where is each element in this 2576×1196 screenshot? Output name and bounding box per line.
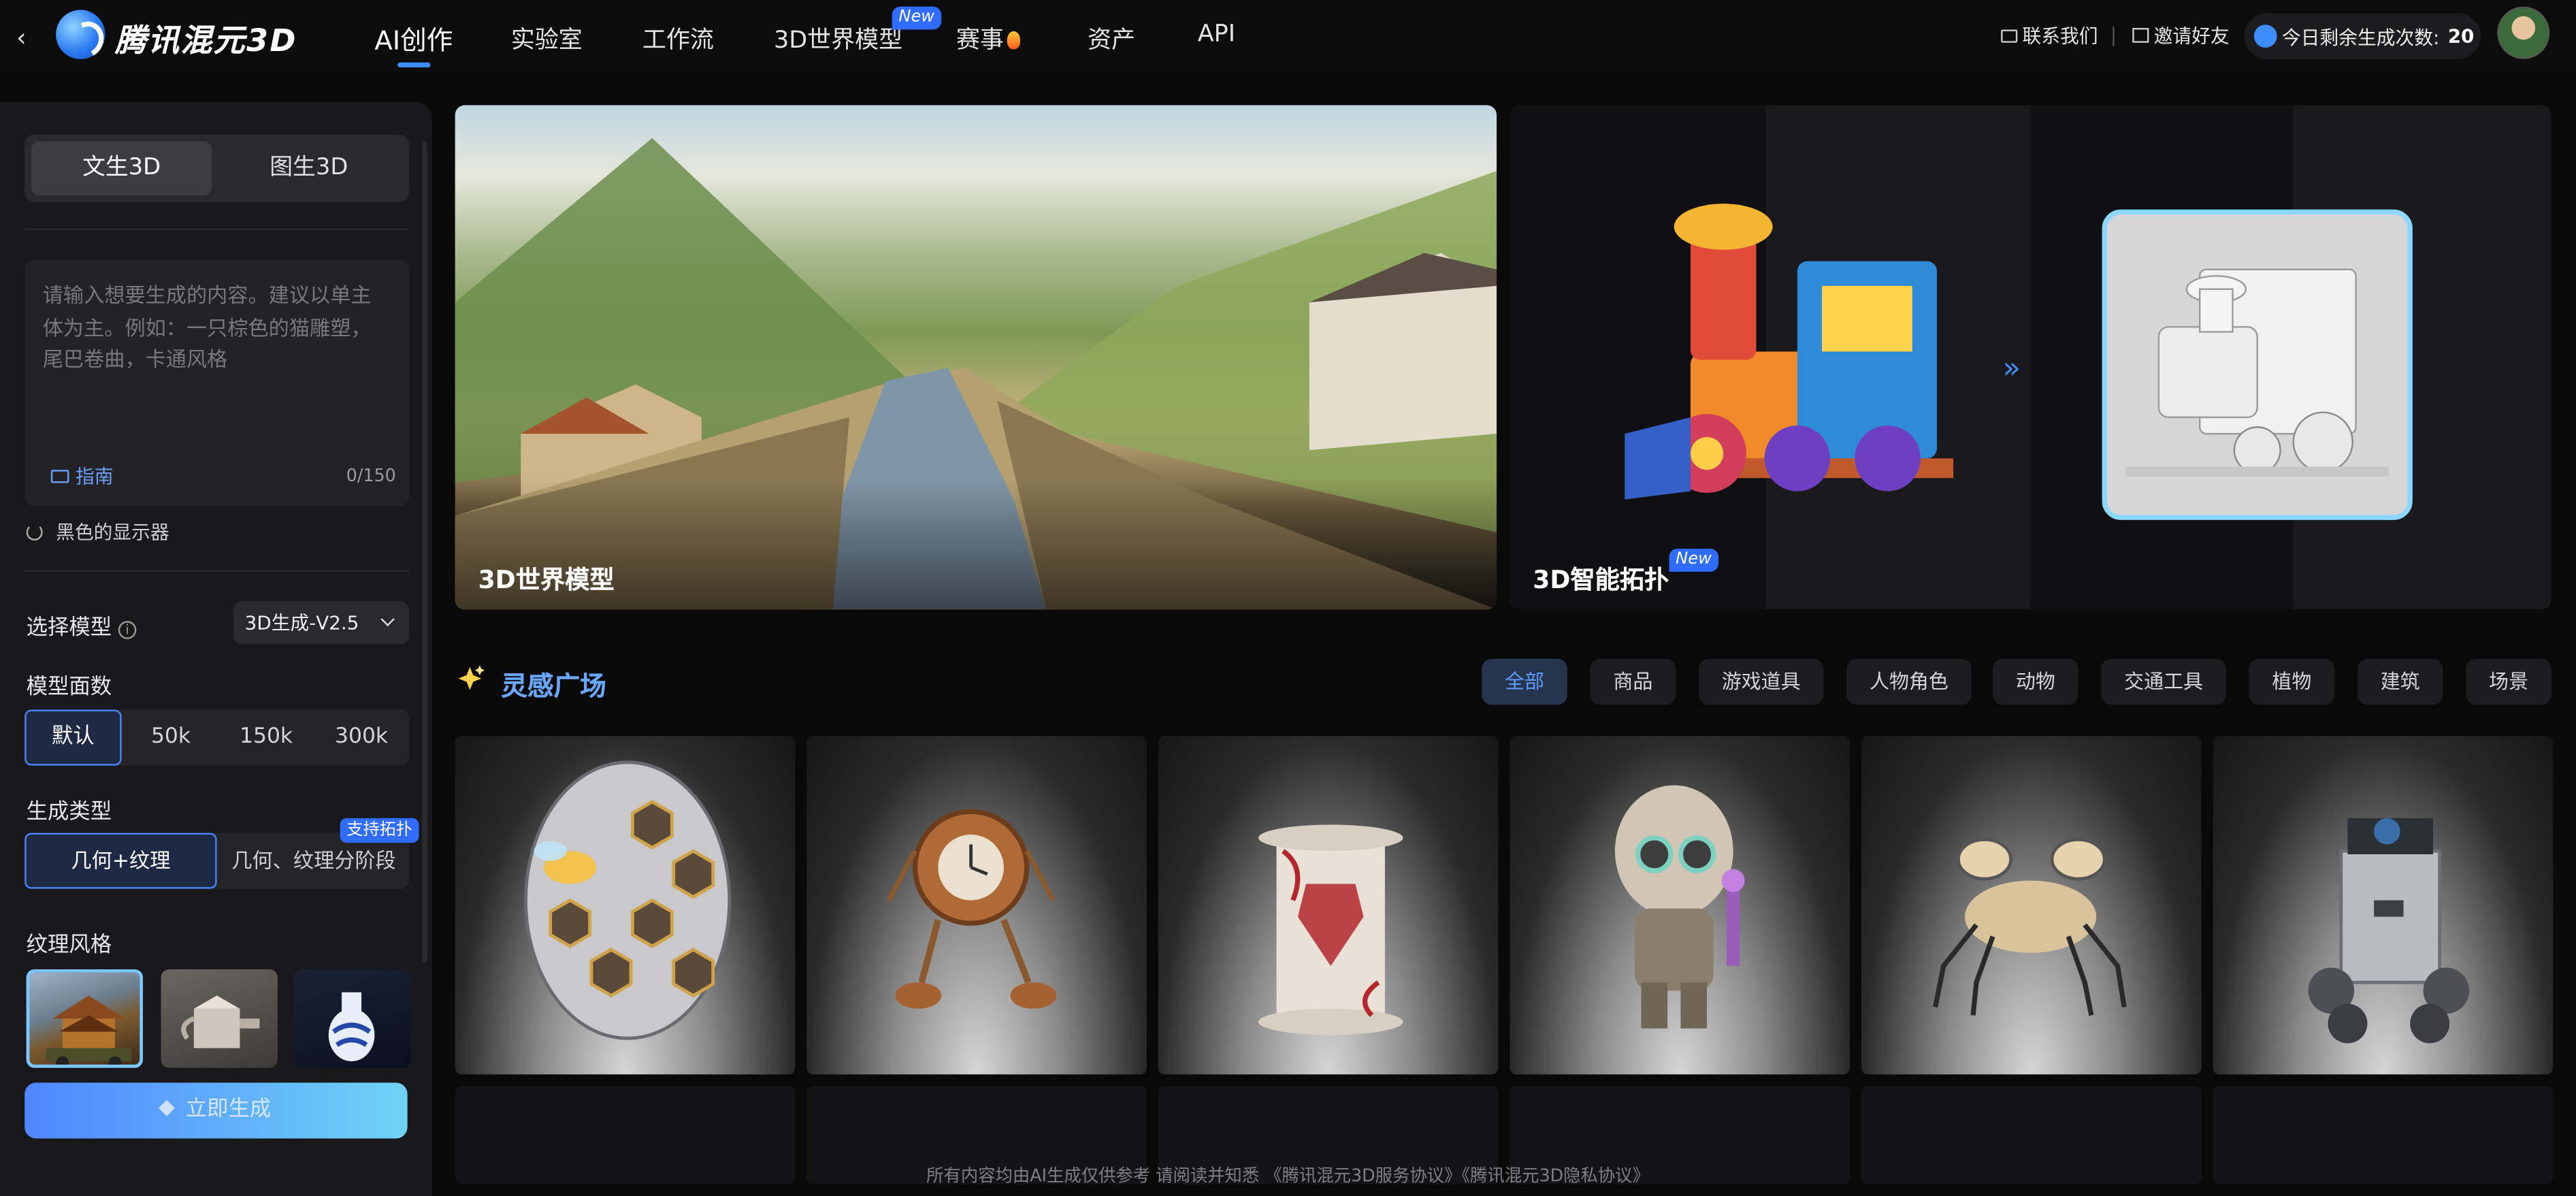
pagoda-thumbnail-icon — [46, 995, 132, 1065]
tab-text-to-3d[interactable]: 文生3D — [31, 141, 212, 196]
scroll-model — [1258, 824, 1403, 1035]
crab-robot-model — [1933, 837, 2127, 1016]
filter-scenes[interactable]: 场景 — [2466, 658, 2551, 705]
faces-label: 模型面数 — [26, 675, 112, 700]
logo-text[interactable]: 腾讯混元3D — [115, 16, 297, 61]
mode-tabs: 文生3D 图生3D — [25, 134, 410, 202]
texture-style-blue-white-vase[interactable] — [294, 969, 411, 1068]
gen-type-label: 生成类型 — [26, 800, 112, 825]
gallery-title: 灵感广场 — [501, 670, 606, 702]
model-select-value: 3D生成-V2.5 — [244, 611, 359, 634]
faces-option-300k[interactable]: 300k — [314, 710, 409, 766]
gallery-card-crab-robot[interactable] — [1861, 736, 2202, 1075]
gallery-card-hooded-astronaut[interactable] — [1510, 736, 1851, 1075]
nav-events-label: 赛事 — [956, 28, 1004, 54]
contact-us-link[interactable]: 联系我们 — [2001, 23, 2098, 50]
daily-quota-pill: 今日剩余生成次数: 20 — [2244, 13, 2481, 59]
char-counter: 0/150 — [346, 466, 396, 487]
nav-3d-world-model[interactable]: 3D世界模型 — [774, 21, 902, 56]
gallery-card-honeycomb-shield[interactable] — [455, 736, 796, 1075]
sparkles-icon — [458, 665, 485, 690]
vase-thumbnail-icon — [328, 992, 375, 1062]
quota-icon — [2253, 25, 2277, 48]
divider — [25, 228, 410, 230]
nav-active-indicator — [397, 62, 431, 67]
generate-button[interactable]: 立即生成 — [25, 1082, 408, 1139]
nav-assets[interactable]: 资产 — [1088, 21, 1135, 56]
filter-all[interactable]: 全部 — [1482, 658, 1567, 705]
prompt-suggestion[interactable]: 黑色的显示器 — [26, 519, 169, 546]
tower-rover-model — [2308, 818, 2470, 1044]
contact-us-label: 联系我们 — [2022, 25, 2098, 48]
banner-title: 3D世界模型 — [478, 565, 615, 595]
gallery-card-tower-rover[interactable] — [2213, 736, 2554, 1075]
model-label-text: 选择模型 — [26, 616, 112, 641]
hunyuan-logo-icon[interactable] — [56, 10, 105, 59]
divider — [25, 570, 410, 572]
nav-ai-create[interactable]: AI创作 — [374, 18, 453, 58]
texture-style-label: 纹理风格 — [26, 933, 112, 958]
footer-disclaimer[interactable]: 所有内容均由AI生成仅供参考 请阅读并知悉 《腾讯混元3D服务协议》《腾讯混元3… — [0, 1161, 2576, 1196]
filter-vehicles[interactable]: 交通工具 — [2101, 658, 2226, 705]
texture-style-pagoda-vehicle[interactable] — [26, 969, 144, 1068]
nav-events[interactable]: 赛事 — [956, 21, 1021, 56]
model-select[interactable]: 3D生成-V2.5 — [233, 601, 410, 645]
gallery-card-scroll[interactable] — [1158, 736, 1499, 1075]
filter-products[interactable]: 商品 — [1590, 658, 1676, 705]
honeycomb-shield-model — [524, 760, 732, 1040]
faces-option-150k[interactable]: 150k — [218, 710, 314, 766]
topology-badge: 支持拓扑 — [340, 818, 419, 843]
prompt-placeholder: 请输入想要生成的内容。建议以单主体为主。例如：一只棕色的猫雕塑，尾巴卷曲，卡通风… — [42, 282, 372, 372]
chevron-down-icon — [380, 612, 395, 627]
filter-buildings[interactable]: 建筑 — [2357, 658, 2443, 705]
guide-label: 指南 — [76, 465, 114, 488]
fire-icon — [1007, 31, 1021, 50]
teapot-thumbnail-icon — [181, 995, 260, 1048]
banner-title: 3D智能拓扑 — [1533, 565, 1669, 595]
filter-game-props[interactable]: 游戏道具 — [1698, 658, 1824, 705]
model-label: 选择模型 i — [27, 609, 137, 641]
suggestion-label: 黑色的显示器 — [56, 521, 169, 544]
prompt-input[interactable]: 请输入想要生成的内容。建议以单主体为主。例如：一只棕色的猫雕塑，尾巴卷曲，卡通风… — [25, 259, 410, 506]
invite-friends-label: 邀请好友 — [2153, 25, 2230, 48]
faces-option-50k[interactable]: 50k — [123, 710, 218, 766]
gift-icon — [2132, 28, 2149, 43]
mail-icon — [2001, 29, 2018, 43]
book-icon — [50, 470, 69, 483]
sidebar-scrollbar[interactable] — [422, 141, 427, 963]
clock-robot-model — [886, 809, 1057, 1009]
invite-friends-link[interactable]: 邀请好友 — [2132, 23, 2230, 50]
texture-style-teapot[interactable] — [161, 969, 278, 1068]
gallery-card-clock-robot[interactable] — [806, 736, 1147, 1075]
new-badge: New — [892, 6, 941, 30]
banner-3d-smart-topology[interactable]: » 3D智能拓扑 New — [1510, 105, 2551, 610]
filter-characters[interactable]: 人物角色 — [1846, 658, 1972, 705]
banner-3d-world-model[interactable]: 3D世界模型 — [455, 105, 1497, 610]
filter-animals[interactable]: 动物 — [1993, 658, 2078, 705]
gen-type-geometry-texture[interactable]: 几何+纹理 — [25, 833, 217, 889]
quota-value: 20 — [2447, 25, 2475, 48]
refresh-icon — [26, 523, 43, 541]
hooded-astronaut-model — [1614, 785, 1745, 1029]
svg-text:»: » — [2003, 351, 2021, 385]
header-divider — [2113, 26, 2115, 46]
filter-plants[interactable]: 植物 — [2249, 658, 2335, 705]
new-badge: New — [1669, 549, 1718, 572]
nav-api[interactable]: API — [1198, 21, 1235, 48]
tab-image-to-3d[interactable]: 图生3D — [218, 142, 400, 196]
quota-label: 今日剩余生成次数: — [2281, 26, 2440, 50]
generate-button-label: 立即生成 — [185, 1097, 272, 1122]
info-icon[interactable]: i — [118, 621, 137, 639]
avatar[interactable] — [2497, 6, 2550, 59]
nav-workflow[interactable]: 工作流 — [642, 21, 714, 56]
top-header: ‹ 腾讯混元3D AI创作 实验室 工作流 3D世界模型 New 赛事 资产 A… — [0, 0, 2576, 76]
guide-link[interactable]: 指南 — [50, 464, 114, 490]
sparkle-icon — [159, 1099, 175, 1116]
nav-lab[interactable]: 实验室 — [511, 21, 583, 56]
back-icon[interactable]: ‹ — [10, 23, 33, 52]
train-model-image: » — [1625, 204, 2413, 520]
faces-option-default[interactable]: 默认 — [25, 709, 122, 766]
